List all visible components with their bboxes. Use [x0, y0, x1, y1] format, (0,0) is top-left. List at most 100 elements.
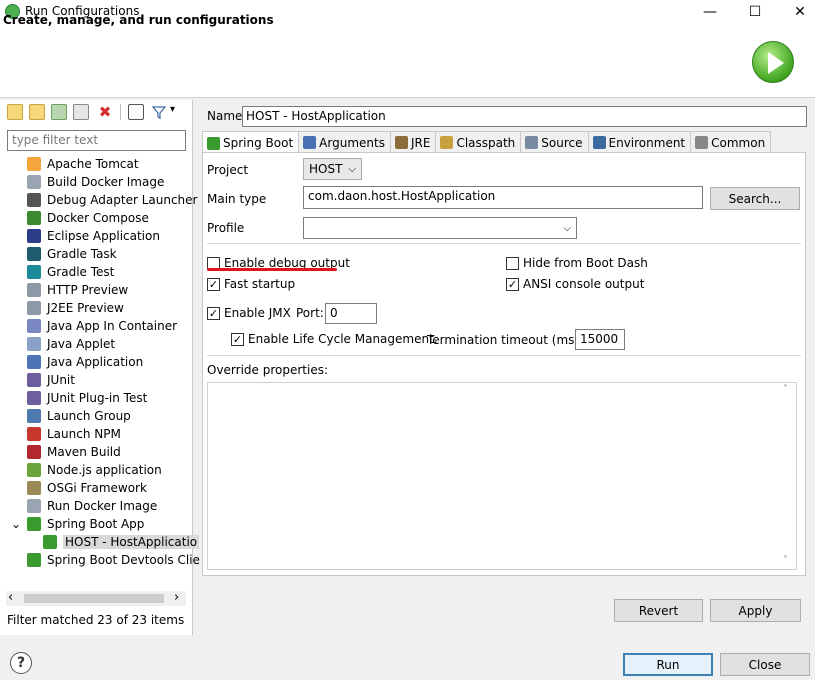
- tree-item-apache-tomcat[interactable]: Apache Tomcat: [27, 155, 139, 173]
- tab-label: JRE: [410, 135, 431, 150]
- tree-item-label: OSGi Framework: [47, 481, 147, 495]
- enable-lifecycle-checkbox[interactable]: ✓ Enable Life Cycle Management.: [231, 332, 438, 346]
- tab-environment[interactable]: Environment: [587, 131, 692, 153]
- close-window-button[interactable]: ✕: [780, 0, 815, 24]
- override-properties-label: Override properties:: [207, 363, 329, 377]
- checkbox-box[interactable]: [506, 256, 519, 270]
- collapse-all-icon[interactable]: [128, 104, 144, 120]
- tree-item-eclipse-application[interactable]: Eclipse Application: [27, 227, 160, 245]
- checkbox-box[interactable]: ✓: [207, 306, 220, 320]
- tree-item-launch-npm[interactable]: Launch NPM: [27, 425, 121, 443]
- filter-menu-arrow-icon[interactable]: ▾: [170, 104, 175, 115]
- tree-item-junit-plug-in-test[interactable]: JUnit Plug-in Test: [27, 389, 147, 407]
- name-input[interactable]: HOST - HostApplication: [242, 106, 807, 127]
- config-tabs: Spring Boot Arguments JRE Classpath Source En…: [202, 131, 772, 154]
- tree-item-label: Debug Adapter Launcher: [47, 193, 198, 207]
- tree-item-http-preview[interactable]: HTTP Preview: [27, 281, 128, 299]
- tree-item-j2ee-preview[interactable]: J2EE Preview: [27, 299, 124, 317]
- checkbox-box[interactable]: ✓: [207, 277, 220, 291]
- docker-compose-icon: [27, 211, 41, 225]
- classpath-tab-icon: [440, 136, 454, 149]
- tree-item-label: JUnit Plug-in Test: [47, 391, 148, 405]
- scroll-right-icon[interactable]: ›: [174, 590, 179, 605]
- ansi-console-output-checkbox[interactable]: ✓ ANSI console output: [506, 277, 644, 291]
- main-type-label: Main type: [207, 192, 267, 206]
- tree-item-docker-compose[interactable]: Docker Compose: [27, 209, 149, 227]
- tab-arguments[interactable]: Arguments: [298, 131, 391, 153]
- filter-input[interactable]: type filter text: [7, 130, 186, 151]
- tree-item-java-application[interactable]: Java Application: [27, 353, 143, 371]
- tree-item-maven-build[interactable]: Maven Build: [27, 443, 121, 461]
- project-label: Project: [207, 163, 249, 177]
- export-icon[interactable]: [51, 104, 67, 120]
- eclipse-application-icon: [27, 229, 41, 243]
- scroll-left-icon[interactable]: ‹: [8, 590, 13, 605]
- termination-timeout-input[interactable]: 15000: [575, 329, 625, 350]
- fast-startup-checkbox[interactable]: ✓ Fast startup: [207, 277, 295, 291]
- run-button[interactable]: Run: [623, 653, 713, 676]
- tree-item-junit[interactable]: JUnit: [27, 371, 75, 389]
- profile-select[interactable]: ⌵: [303, 217, 577, 239]
- tree-item-label: Java Application: [47, 355, 144, 369]
- tree-item-debug-adapter-launcher[interactable]: Debug Adapter Launcher: [27, 191, 197, 209]
- enable-jmx-checkbox[interactable]: ✓ Enable JMX: [207, 306, 291, 320]
- divider: [207, 355, 801, 356]
- port-input[interactable]: 0: [325, 303, 377, 324]
- tree-item-gradle-test[interactable]: Gradle Test: [27, 263, 114, 281]
- tab-source[interactable]: Source: [520, 131, 589, 153]
- fast-startup-label: Fast startup: [224, 277, 296, 291]
- hide-from-boot-dash-checkbox[interactable]: Hide from Boot Dash: [506, 256, 648, 270]
- tree-item-label: Apache Tomcat: [47, 157, 139, 171]
- tree-item-host-hostapplicatio[interactable]: HOST - HostApplicatio: [43, 533, 200, 551]
- scroll-down-icon[interactable]: ˅: [783, 555, 788, 566]
- tree-item-build-docker-image[interactable]: Build Docker Image: [27, 173, 164, 191]
- maximize-button[interactable]: ☐: [735, 0, 775, 24]
- tab-jre[interactable]: JRE: [389, 131, 437, 153]
- tree-item-spring-boot-devtools-clie[interactable]: Spring Boot Devtools Clie: [27, 551, 200, 569]
- apache-tomcat-icon: [27, 157, 41, 171]
- spring-boot-app-icon: [27, 517, 41, 531]
- scroll-up-icon[interactable]: ˄: [783, 384, 788, 395]
- tree-item-java-app-in-container[interactable]: Java App In Container: [27, 317, 177, 335]
- tab-label: Arguments: [319, 135, 385, 150]
- project-select[interactable]: HOST ⌵: [303, 158, 362, 180]
- override-properties-textarea[interactable]: ˄ ˅: [207, 382, 797, 570]
- close-button[interactable]: Close: [720, 653, 810, 676]
- launch-group-icon: [27, 409, 41, 423]
- toolbar-divider: [120, 104, 121, 120]
- minimize-button[interactable]: —: [690, 0, 730, 24]
- expand-arrow-icon[interactable]: ⌄: [11, 517, 21, 531]
- tab-common[interactable]: Common: [690, 131, 772, 153]
- tree-item-label: Eclipse Application: [47, 229, 160, 243]
- filter-icon[interactable]: [151, 104, 167, 120]
- tab-classpath[interactable]: Classpath: [435, 131, 522, 153]
- tab-label: Source: [541, 135, 583, 150]
- search-button[interactable]: Search...: [710, 187, 800, 210]
- http-preview-icon: [27, 283, 41, 297]
- maven-build-icon: [27, 445, 41, 459]
- tab-spring-boot[interactable]: Spring Boot: [202, 131, 300, 154]
- main-type-input[interactable]: com.daon.host.HostApplication: [303, 186, 703, 209]
- tree-item-run-docker-image[interactable]: Run Docker Image: [27, 497, 157, 515]
- scrollbar-thumb[interactable]: [24, 594, 164, 603]
- duplicate-icon[interactable]: [73, 104, 89, 120]
- new-prototype-icon[interactable]: [29, 104, 45, 120]
- delete-icon[interactable]: ✖: [97, 104, 113, 120]
- tree-horizontal-scrollbar[interactable]: [6, 591, 186, 606]
- debug-adapter-launcher-icon: [27, 193, 41, 207]
- tree-item-label: Gradle Test: [47, 265, 115, 279]
- new-config-icon[interactable]: [7, 104, 23, 120]
- tree-item-gradle-task[interactable]: Gradle Task: [27, 245, 117, 263]
- tree-item-node-js-application[interactable]: Node.js application: [27, 461, 162, 479]
- textarea-vertical-scrollbar[interactable]: ˄ ˅: [779, 383, 796, 569]
- revert-button[interactable]: Revert: [614, 599, 703, 622]
- tree-item-launch-group[interactable]: Launch Group: [27, 407, 131, 425]
- apply-button[interactable]: Apply: [710, 599, 801, 622]
- profile-label: Profile: [207, 221, 245, 235]
- tree-item-osgi-framework[interactable]: OSGi Framework: [27, 479, 147, 497]
- help-icon[interactable]: ?: [10, 652, 32, 674]
- tree-item-spring-boot-app[interactable]: Spring Boot App: [27, 515, 144, 533]
- checkbox-box[interactable]: ✓: [506, 277, 519, 291]
- checkbox-box[interactable]: ✓: [231, 332, 244, 346]
- tree-item-java-applet[interactable]: Java Applet: [27, 335, 115, 353]
